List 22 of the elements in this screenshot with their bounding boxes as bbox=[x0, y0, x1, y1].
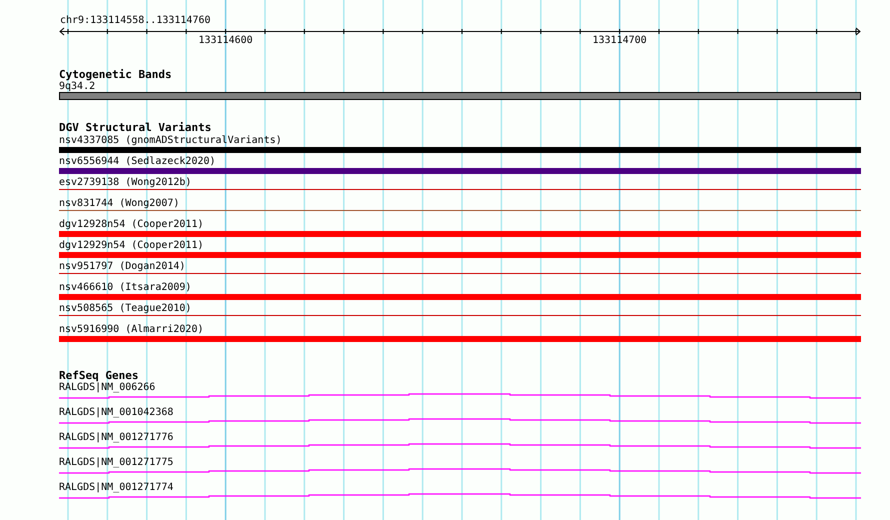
track-title: RefSeq Genes bbox=[59, 369, 140, 382]
gene-label: RALGDS|NM_001042368 bbox=[59, 407, 174, 418]
variant-label: dgv12929n54 (Cooper2011) bbox=[59, 239, 204, 252]
gene-label: RALGDS|NM_001271774 bbox=[59, 482, 174, 493]
track-title: DGV Structural Variants bbox=[59, 121, 212, 134]
track-title: Cytogenetic Bands bbox=[59, 68, 173, 81]
gene-label: RALGDS|NM_001271776 bbox=[59, 432, 174, 443]
variant-label: nsv4337085 (gnomADStructuralVariants) bbox=[59, 134, 283, 147]
variant-label: dgv12928n54 (Cooper2011) bbox=[59, 218, 204, 231]
gene-label: RALGDS|NM_006266 bbox=[59, 382, 156, 393]
variant-label: nsv508565 (Teague2010) bbox=[59, 302, 192, 315]
variant-label: esv2739138 (Wong2012b) bbox=[59, 176, 192, 189]
ruler-tick-label: 133114700 bbox=[592, 35, 647, 47]
location-label: chr9:133114558..133114760 bbox=[60, 15, 211, 27]
band-label: 9q34.2 bbox=[59, 81, 96, 92]
gene-label: RALGDS|NM_001271775 bbox=[59, 457, 174, 468]
variant-label: nsv831744 (Wong2007) bbox=[59, 197, 180, 210]
variant-label: nsv466610 (Itsara2009) bbox=[59, 281, 192, 294]
variant-label: nsv6556944 (Sedlazeck2020) bbox=[59, 155, 217, 168]
ruler-tick-label: 133114600 bbox=[198, 35, 253, 47]
variant-label: nsv951797 (Dogan2014) bbox=[59, 260, 186, 273]
variant-label: nsv5916990 (Almarri2020) bbox=[59, 323, 204, 336]
